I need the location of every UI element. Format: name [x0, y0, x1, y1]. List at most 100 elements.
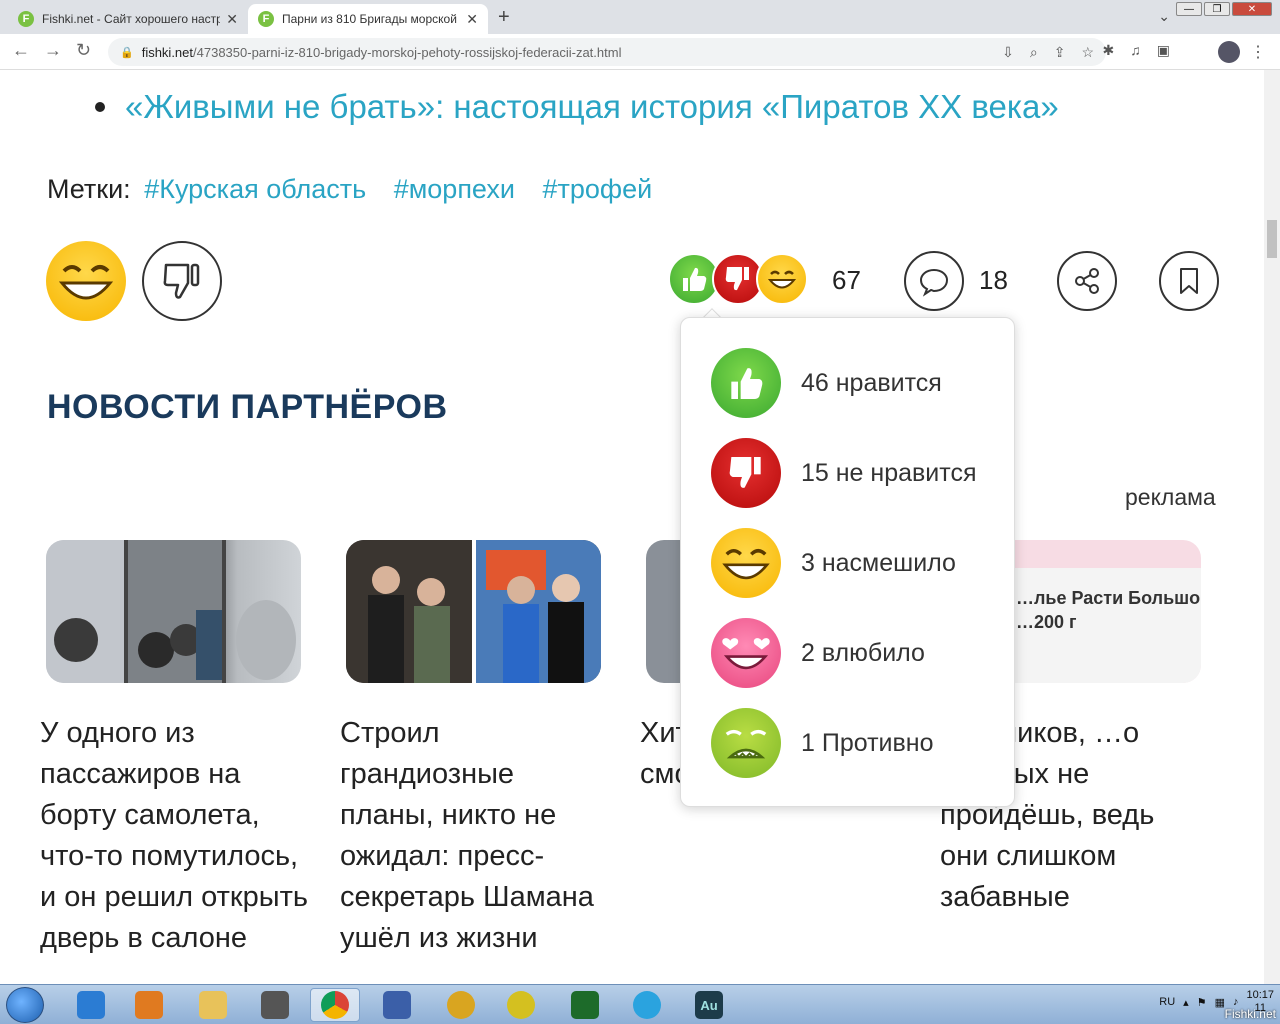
close-tab-icon[interactable]: ✕ [466, 11, 478, 28]
url-path: /4738350-parni-iz-810-brigady-morskoj-pe… [193, 44, 622, 60]
address-bar[interactable]: 🔒 fishki.net/4738350-parni-iz-810-brigad… [108, 38, 1106, 66]
install-app-icon[interactable]: ⇩ [1002, 44, 1014, 61]
extension-icons: ✱ ♫ ▣ [1103, 42, 1170, 59]
taskbar-explorer[interactable] [188, 988, 238, 1022]
people-photo [346, 540, 601, 683]
tag-link[interactable]: #Курская область [144, 174, 366, 204]
reaction-label: 2 влюбило [801, 638, 925, 667]
taskbar-telegram[interactable] [622, 988, 672, 1022]
lock-icon: 🔒 [120, 46, 134, 59]
tab-title: Fishki.net - Сайт хорошего настр [42, 12, 221, 26]
taskbar-chrome[interactable] [310, 988, 360, 1022]
fishki-favicon-icon: F [18, 11, 34, 27]
media-player-icon [135, 991, 163, 1019]
reaction-row-disgust: 1 Противно [711, 708, 933, 778]
page-scrollbar[interactable] [1264, 70, 1280, 984]
flag-icon[interactable]: ⚑ [1197, 996, 1207, 1009]
url-domain: fishki.net [141, 44, 194, 60]
tab-fishki-home[interactable]: F Fishki.net - Сайт хорошего настр ✕ [8, 4, 248, 34]
window-controls: — ❐ ✕ [1176, 2, 1272, 16]
airplane-cabin-photo [46, 540, 296, 683]
zoom-icon[interactable]: ⌕ [1030, 44, 1038, 61]
thumbs-down-icon [711, 438, 781, 508]
taskbar-app-8[interactable] [560, 988, 610, 1022]
heart-eyes-face-icon [711, 618, 781, 688]
tab-title: Парни из 810 Бригады морской [282, 12, 457, 26]
share-icon [1075, 268, 1099, 294]
new-tab-button[interactable]: + [498, 6, 510, 29]
back-arrow-icon[interactable]: ← [12, 40, 30, 61]
comments-count: 18 [979, 265, 1008, 295]
share-button[interactable] [1057, 251, 1117, 311]
network-icon[interactable]: ▦ [1215, 996, 1225, 1009]
close-tab-icon[interactable]: ✕ [226, 11, 238, 28]
language-indicator[interactable]: RU [1159, 996, 1175, 1008]
share-page-icon[interactable]: ⇪ [1054, 44, 1066, 61]
internet-explorer-icon [77, 991, 105, 1019]
forward-arrow-icon[interactable]: → [44, 40, 62, 61]
bookmark-star-icon[interactable]: ☆ [1081, 44, 1094, 61]
chrome-icon [321, 991, 349, 1019]
profile-avatar[interactable] [1218, 41, 1240, 63]
app-icon [447, 991, 475, 1019]
laugh-reaction-button[interactable] [46, 241, 126, 321]
yin-yang-icon [507, 991, 535, 1019]
partner-card-title[interactable]: Строил грандиозные планы, никто не ожида… [340, 713, 610, 959]
fishki-favicon-icon: F [258, 11, 274, 27]
taskbar-media-player[interactable] [124, 988, 174, 1022]
partner-card-title[interactable]: У одного из пассажиров на борту самолета… [40, 713, 310, 959]
taskbar-ie[interactable] [66, 988, 116, 1022]
browser-tab-strip: F Fishki.net - Сайт хорошего настр ✕ F П… [0, 0, 1280, 34]
ad-label: реклама [1125, 484, 1216, 510]
related-article-link[interactable]: «Живыми не брать»: настоящая история «Пи… [125, 88, 1059, 126]
tab-article[interactable]: F Парни из 810 Бригады морской ✕ [248, 4, 488, 34]
tag-link[interactable]: #морпехи [394, 174, 515, 204]
reaction-row-dislike: 15 не нравится [711, 438, 976, 508]
clock-time: 10:17 [1246, 989, 1274, 1001]
taskbar-app-6[interactable] [436, 988, 486, 1022]
thumbs-up-icon [711, 348, 781, 418]
side-panel-icon[interactable]: ▣ [1157, 42, 1170, 59]
taskbar-audition[interactable]: Au [684, 988, 734, 1022]
minimize-button[interactable]: — [1176, 2, 1202, 16]
tags-label: Метки: [47, 174, 131, 204]
browser-menu-icon[interactable]: ⋮ [1250, 42, 1266, 62]
bookmark-button[interactable] [1159, 251, 1219, 311]
product-label-text: …лье Расти Большой [1016, 588, 1201, 608]
taskbar-app-7[interactable] [496, 988, 546, 1022]
product-label: …лье Расти Большой …200 г [986, 568, 1201, 683]
start-button[interactable] [6, 987, 44, 1023]
reactions-popup: 46 нравится 15 не нравится 3 насмешило 2… [680, 317, 1015, 807]
reaction-label: 15 не нравится [801, 458, 977, 487]
tab-search-chevron-icon[interactable]: ⌄ [1158, 8, 1170, 25]
reaction-row-love: 2 влюбило [711, 618, 925, 688]
tag-link[interactable]: #трофей [542, 174, 652, 204]
reaction-label: 3 насмешило [801, 548, 956, 577]
bullet-dot [95, 102, 105, 112]
laughing-face-icon [711, 528, 781, 598]
extensions-puzzle-icon[interactable]: ✱ [1103, 42, 1115, 59]
scrollbar-thumb[interactable] [1267, 220, 1277, 258]
reload-icon[interactable]: ↻ [76, 40, 91, 61]
watermark: Fishki.net [1224, 1007, 1276, 1021]
product-label-weight: …200 г [1016, 612, 1077, 632]
partner-card-image[interactable] [346, 540, 601, 683]
tray-chevron-icon[interactable]: ▴ [1183, 996, 1189, 1009]
comment-bubble-icon [919, 268, 949, 297]
taskbar-app-5[interactable] [372, 988, 422, 1022]
telegram-icon [633, 991, 661, 1019]
folder-icon [199, 991, 227, 1019]
window-close-button[interactable]: ✕ [1232, 2, 1272, 16]
taskbar-3d-app[interactable] [250, 988, 300, 1022]
reactions-summary[interactable] [668, 253, 808, 305]
partners-section-title: НОВОСТИ ПАРТНЁРОВ [47, 388, 448, 426]
reactions-count: 67 [832, 265, 861, 295]
partner-card-image[interactable] [46, 540, 301, 683]
dislike-reaction-button[interactable] [142, 241, 222, 321]
restore-button[interactable]: ❐ [1204, 2, 1230, 16]
reaction-label: 46 нравится [801, 368, 942, 397]
laughing-face-icon [58, 265, 114, 300]
media-controls-icon[interactable]: ♫ [1130, 42, 1141, 59]
browser-toolbar: ← → ↻ 🔒 fishki.net/4738350-parni-iz-810-… [0, 34, 1280, 70]
comments-button[interactable] [904, 251, 964, 311]
